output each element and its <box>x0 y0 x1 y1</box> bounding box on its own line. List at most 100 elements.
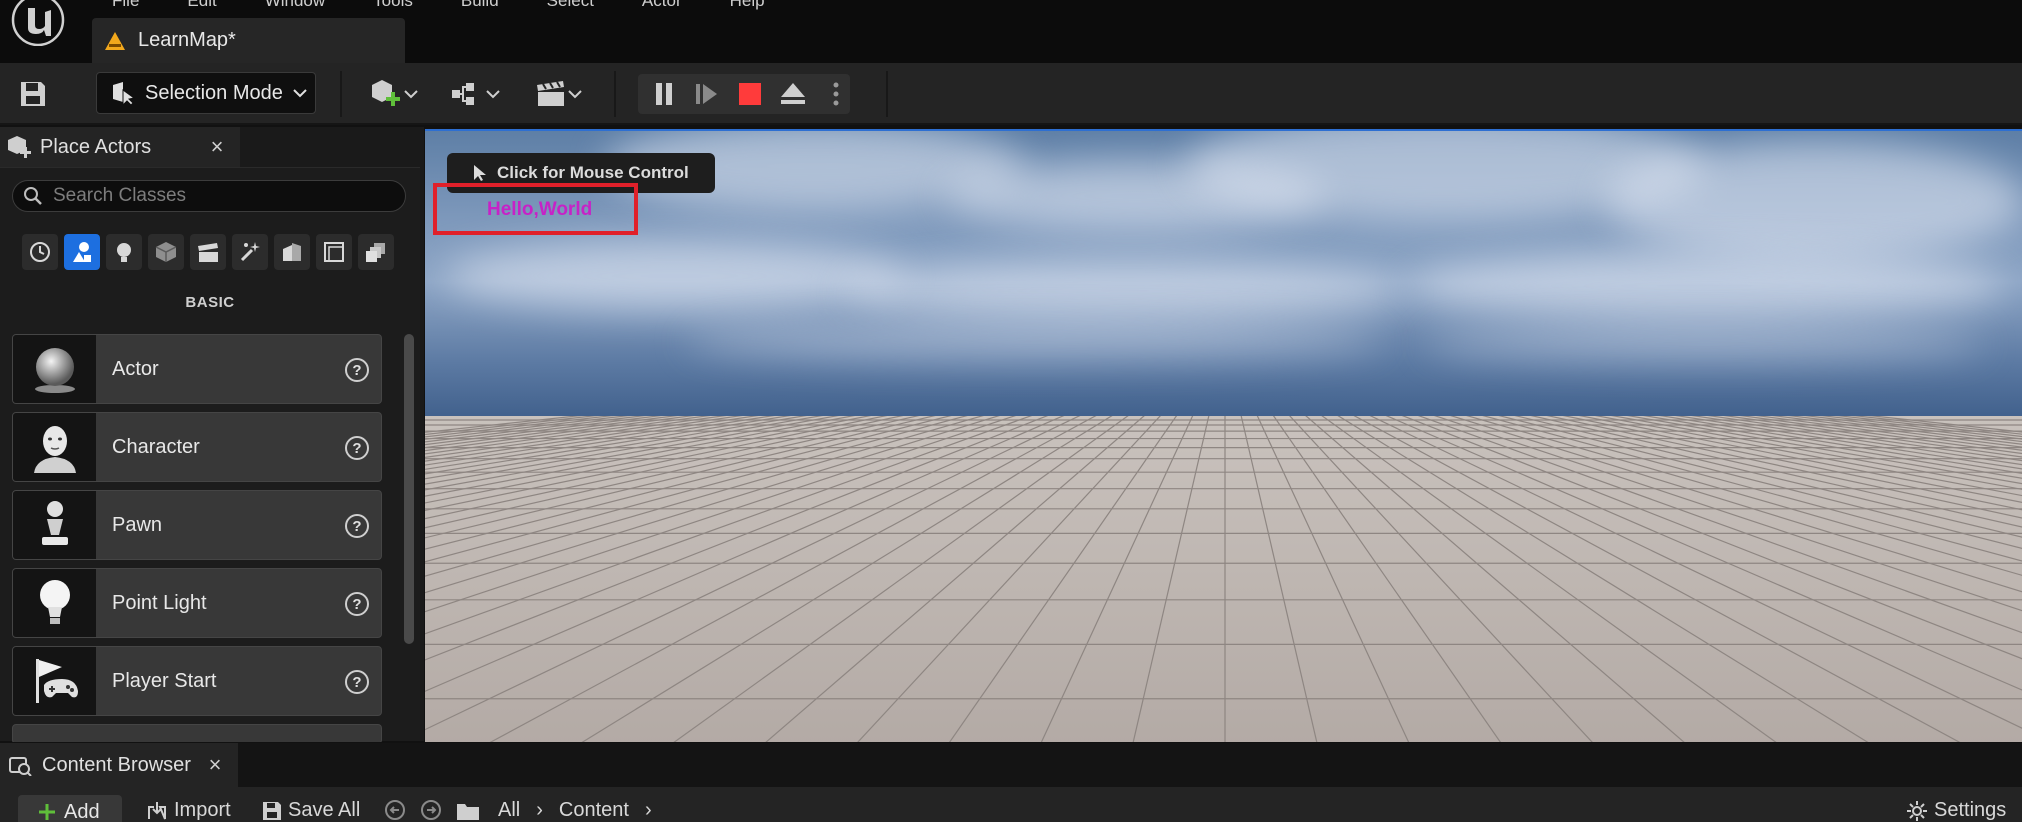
annotation-highlight-box <box>433 183 638 235</box>
menu-actor[interactable]: Actor <box>642 0 682 11</box>
volume-box-icon <box>324 242 344 262</box>
actor-list: Actor ? Character ? Pawn ? Point Light ?… <box>12 334 382 742</box>
breadcrumb: All › Content › <box>456 799 652 822</box>
help-icon[interactable]: ? <box>345 358 369 382</box>
category-basic[interactable] <box>64 234 100 270</box>
actor-thumbnail <box>13 335 96 403</box>
content-browser-icon <box>9 757 32 776</box>
breadcrumb-all[interactable]: All <box>498 799 520 822</box>
cube-icon <box>155 242 177 262</box>
content-browser-title: Content Browser <box>42 753 191 776</box>
pawn-icon <box>41 501 68 545</box>
help-icon[interactable]: ? <box>345 514 369 538</box>
history-back-button[interactable] <box>384 799 406 821</box>
close-icon[interactable]: × <box>204 134 230 160</box>
actor-item-label: Player Start <box>112 669 217 692</box>
actor-item-label: Character <box>112 435 200 458</box>
lightbulb-icon <box>39 580 70 624</box>
place-actors-title: Place Actors <box>40 135 152 158</box>
cinematics-button[interactable] <box>528 75 588 113</box>
menu-help[interactable]: Help <box>730 0 765 11</box>
help-icon[interactable]: ? <box>345 670 369 694</box>
help-icon[interactable]: ? <box>345 592 369 616</box>
actor-item-pawn[interactable]: Pawn ? <box>12 490 382 560</box>
actor-item-point-light[interactable]: Point Light ? <box>12 568 382 638</box>
menu-edit[interactable]: Edit <box>187 0 216 11</box>
menu-file[interactable]: File <box>112 0 139 11</box>
history-forward-button[interactable] <box>420 799 442 821</box>
chevron-down-icon <box>568 90 582 99</box>
actor-item-partial[interactable] <box>12 724 382 742</box>
level-warning-icon <box>105 31 125 50</box>
frame-skip-button[interactable] <box>693 79 722 109</box>
save-all-label: Save All <box>288 799 361 821</box>
save-icon <box>263 801 281 820</box>
folder-icon <box>457 803 479 820</box>
unreal-engine-logo-icon[interactable] <box>4 0 66 46</box>
selection-mode-label: Selection Mode <box>145 81 283 104</box>
import-button[interactable]: Import <box>146 799 231 822</box>
close-icon[interactable]: × <box>202 752 228 778</box>
stop-button[interactable] <box>736 79 765 109</box>
eject-button[interactable] <box>778 79 807 109</box>
selection-mode-dropdown[interactable]: Selection Mode <box>96 72 316 114</box>
breadcrumb-separator-icon: › <box>536 799 543 821</box>
chevron-down-icon <box>486 90 500 99</box>
category-cinematic[interactable] <box>190 234 226 270</box>
breadcrumb-separator-icon[interactable]: › <box>645 799 652 822</box>
checkered-floor <box>425 416 2022 742</box>
pause-button[interactable] <box>650 79 679 109</box>
search-classes-input[interactable] <box>53 185 393 207</box>
menu-select[interactable]: Select <box>547 0 594 11</box>
stacked-cubes-icon <box>366 243 385 262</box>
actor-list-scrollbar[interactable] <box>404 334 414 644</box>
toolbar-divider <box>614 71 616 117</box>
actor-thumbnail <box>13 413 96 481</box>
basic-shapes-icon <box>73 242 91 262</box>
clapperboard-icon <box>198 243 218 262</box>
level-tab[interactable]: LearnMap* <box>92 18 405 63</box>
play-options-button[interactable] <box>821 79 850 109</box>
search-icon <box>24 187 42 205</box>
mouse-control-label: Click for Mouse Control <box>497 163 689 182</box>
eject-icon <box>780 83 805 104</box>
category-shapes[interactable] <box>148 234 184 270</box>
settings-button[interactable]: Settings <box>1906 799 2006 822</box>
actor-item-player-start[interactable]: Player Start ? <box>12 646 382 716</box>
level-viewport[interactable]: Click for Mouse Control Hello,World <box>425 129 2022 742</box>
menu-window[interactable]: Window <box>265 0 325 11</box>
category-all-classes[interactable] <box>358 234 394 270</box>
main-menu: File Edit Window Tools Build Select Acto… <box>112 0 765 11</box>
gear-icon <box>1907 800 1927 821</box>
category-recently-placed[interactable] <box>22 234 58 270</box>
blueprint-icon <box>452 83 474 105</box>
actor-item-label: Pawn <box>112 513 163 536</box>
search-classes-box[interactable] <box>12 180 406 212</box>
content-browser-toolbar: Add Import Save All All › Content › Sett… <box>0 787 2022 822</box>
category-visual-effects[interactable] <box>232 234 268 270</box>
menu-build[interactable]: Build <box>461 0 499 11</box>
category-volumes[interactable] <box>316 234 352 270</box>
quick-add-actor-button[interactable] <box>364 75 422 113</box>
menu-tools[interactable]: Tools <box>373 0 413 11</box>
selection-mode-icon <box>113 82 135 106</box>
save-all-button[interactable]: Save All <box>262 799 360 822</box>
add-button[interactable]: Add <box>18 795 122 822</box>
actor-thumbnail <box>13 491 96 559</box>
blueprints-button[interactable] <box>446 75 504 113</box>
category-lights[interactable] <box>106 234 142 270</box>
actor-item-actor[interactable]: Actor ? <box>12 334 382 404</box>
save-button[interactable] <box>14 77 52 111</box>
add-actor-icon <box>372 80 400 106</box>
actor-thumbnail <box>13 647 96 715</box>
toolbar-divider <box>340 71 342 117</box>
actor-item-character[interactable]: Character ? <box>12 412 382 482</box>
place-actors-body: BASIC Actor ? <box>0 167 420 742</box>
pause-icon <box>656 83 673 105</box>
actor-thumbnail <box>13 569 96 637</box>
category-geometry[interactable] <box>274 234 310 270</box>
back-arrow-icon <box>385 800 405 820</box>
place-actors-panel: Place Actors × Search Classes BASIC Acto… <box>0 127 424 742</box>
breadcrumb-content[interactable]: Content <box>559 799 629 822</box>
help-icon[interactable]: ? <box>345 436 369 460</box>
